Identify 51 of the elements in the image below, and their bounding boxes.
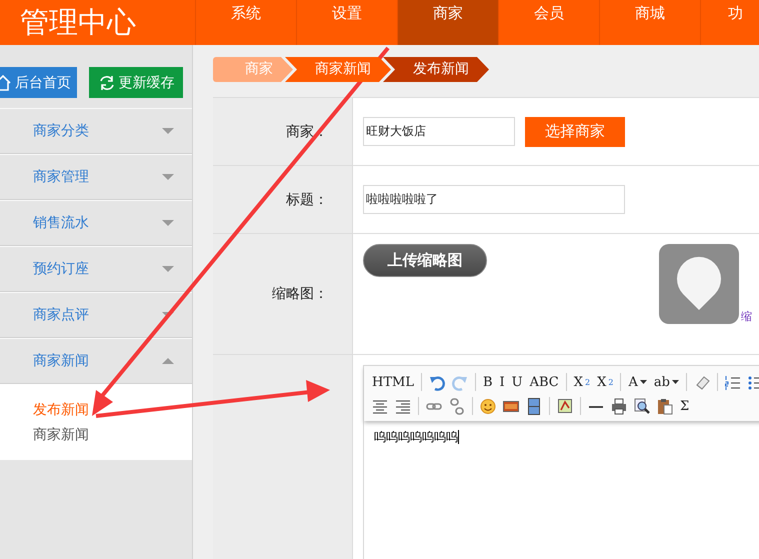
breadcrumb-item[interactable]: 商家新闻 — [285, 57, 391, 82]
menu-item[interactable]: 商家管理 — [33, 168, 89, 186]
eraser-icon[interactable] — [694, 374, 710, 390]
merchant-field[interactable]: 旺财大饭店 — [363, 117, 515, 146]
app-title: 管理中心 — [19, 4, 137, 41]
toolbar-button[interactable]: A — [628, 374, 647, 390]
toolbar-button[interactable]: HTML — [372, 374, 414, 390]
menu-item[interactable]: 商家点评 — [33, 306, 89, 324]
refresh-button[interactable]: 更新缓存 — [89, 67, 183, 98]
thumbnail-caption[interactable]: 缩 — [740, 309, 752, 324]
title-field[interactable]: 啦啦啦啦啦了 — [363, 185, 625, 214]
submenu-item[interactable]: 发布新闻 — [33, 398, 89, 423]
toolbar-button[interactable]: I — [500, 374, 505, 390]
caret-icon — [640, 380, 647, 384]
nav-tab[interactable]: 功 — [700, 0, 759, 45]
menu-item[interactable]: 商家新闻 — [33, 352, 89, 370]
menu-item[interactable]: 商家分类 — [33, 122, 89, 140]
film-icon[interactable] — [526, 398, 542, 414]
smiley-icon[interactable] — [480, 398, 496, 414]
clipboard-icon[interactable] — [657, 398, 673, 414]
nav-tab[interactable]: 商家 — [397, 0, 498, 45]
toolbar-button[interactable]: ABC — [530, 374, 559, 390]
printer-icon[interactable] — [611, 398, 627, 414]
menu-item[interactable]: 预约订座 — [33, 260, 89, 278]
map-icon[interactable] — [557, 398, 573, 414]
toolbar-button[interactable]: U — [512, 374, 523, 390]
toolbar-button[interactable]: ab — [654, 374, 679, 390]
toolbar-button[interactable]: B — [482, 374, 493, 390]
undo-icon[interactable] — [428, 374, 445, 390]
editor-text[interactable]: 呜呜呜呜呜呜呜 — [374, 430, 459, 444]
align-right-icon[interactable] — [395, 398, 411, 414]
field-label: 标题： — [286, 190, 328, 208]
magnifier-icon[interactable] — [634, 398, 650, 414]
select-merchant-button[interactable]: 选择商家 — [525, 116, 625, 146]
upload-thumbnail-button[interactable]: 上传缩略图 — [363, 244, 487, 277]
nav-tab[interactable]: 系统 — [195, 0, 296, 45]
align-center-icon[interactable] — [372, 398, 388, 414]
numbered-list-icon[interactable] — [724, 374, 741, 390]
nav-tab[interactable]: 会员 — [498, 0, 599, 45]
breadcrumb-item[interactable]: 发布新闻 — [383, 57, 489, 82]
home-button[interactable]: 后台首页 — [0, 67, 77, 98]
refresh-icon — [98, 74, 116, 92]
toolbar-button[interactable]: Σ — [680, 398, 690, 414]
bullet-list-icon[interactable] — [748, 374, 759, 390]
submenu-item[interactable]: 商家新闻 — [33, 423, 89, 448]
menu-item[interactable]: 销售流水 — [33, 214, 89, 232]
nav-tab[interactable]: 商城 — [599, 0, 700, 45]
broken-link-icon[interactable] — [449, 398, 465, 414]
caret-icon — [672, 380, 679, 384]
field-label: 缩略图： — [272, 285, 328, 303]
toolbar-button[interactable]: X$^{2}$ — [574, 374, 590, 390]
